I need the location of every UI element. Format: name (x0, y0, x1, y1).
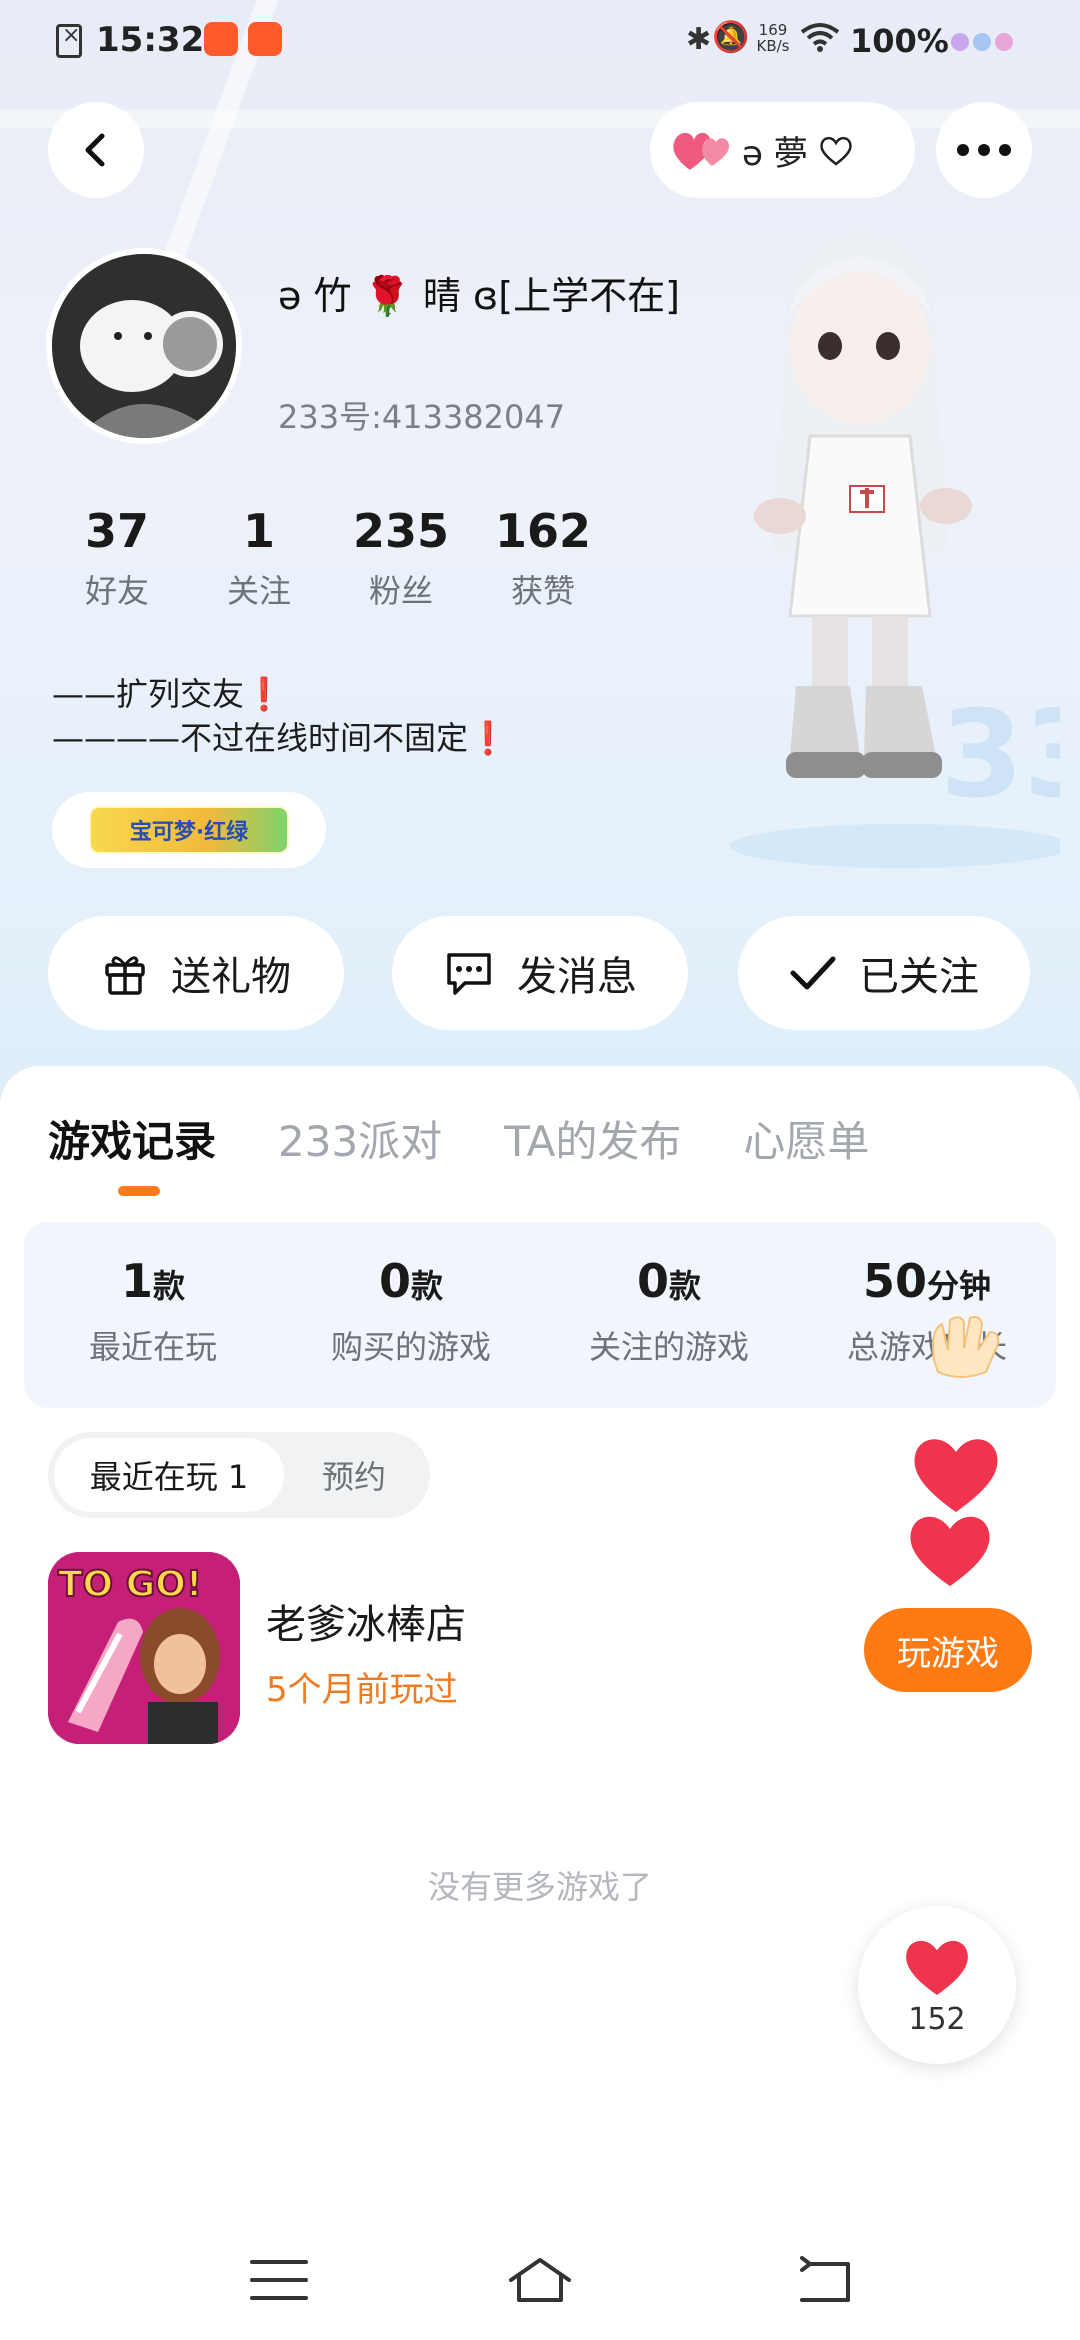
tab-posts[interactable]: TA的发布 (504, 1108, 681, 1169)
avatar[interactable] (46, 248, 242, 444)
stat-value: 37 (84, 504, 149, 558)
summary-unit: 款 (153, 1267, 186, 1305)
app-notification-icon (204, 22, 238, 56)
summary-recent[interactable]: 1款 最近在玩 (24, 1222, 282, 1408)
summary-unit: 分钟 (927, 1267, 992, 1305)
stat-friends[interactable]: 37 好友 (46, 504, 188, 612)
stat-label: 粉丝 (368, 572, 433, 610)
message-icon (447, 953, 491, 995)
following-button[interactable]: 已关注 (738, 916, 1030, 1030)
send-gift-label: 送礼物 (171, 954, 291, 1000)
game-icon-label: TO GO! (58, 1564, 202, 1605)
game-summary: 1款 最近在玩 0款 购买的游戏 0款 关注的游戏 50分钟 总游戏时长 (24, 1222, 1056, 1408)
send-message-button[interactable]: 发消息 (392, 916, 688, 1030)
more-button[interactable] (936, 102, 1032, 198)
stat-following[interactable]: 1 关注 (188, 504, 330, 612)
stat-label: 关注 (226, 572, 291, 610)
status-bar: 15:32 ✱ 🔕 169 KB/s 100% (0, 0, 1080, 84)
avatar-illustration (52, 254, 236, 438)
heart-outline-icon (820, 136, 852, 166)
home-icon[interactable] (505, 2250, 575, 2310)
list-end-text: 没有更多游戏了 (427, 1868, 652, 1906)
bio-line: ————不过在线时间不固定❗ (52, 719, 508, 757)
wifi-icon (800, 23, 840, 52)
stat-label: 好友 (84, 572, 149, 610)
no-sim-icon (56, 23, 82, 58)
hand-gesture-icon (932, 1315, 1000, 1378)
segment-recent-playing[interactable]: 最近在玩 1 (54, 1438, 284, 1512)
send-gift-button[interactable]: 送礼物 (48, 916, 344, 1030)
stat-likes[interactable]: 162 获赞 (472, 504, 614, 612)
content-panel: 游戏记录 233派对 TA的发布 心愿单 1款 最近在玩 0款 购买的游戏 0款… (0, 1066, 1080, 2340)
stat-label: 获赞 (510, 572, 575, 610)
summary-label: 最近在玩 (88, 1328, 217, 1366)
bio: ——扩列交友❗ ————不过在线时间不固定❗ (52, 672, 508, 760)
profile-badge[interactable]: 宝可梦·红绿 (52, 792, 326, 868)
app-notification-icon (248, 22, 282, 56)
tab-bar: 游戏记录 233派对 TA的发布 心愿单 (48, 1108, 869, 1169)
summary-purchased[interactable]: 0款 购买的游戏 (282, 1222, 540, 1408)
summary-label: 关注的游戏 (588, 1328, 749, 1366)
game-last-played: 5个月前玩过 (266, 1670, 458, 1710)
heart-icon (906, 1940, 968, 1995)
game-title: 老爹冰棒店 (266, 1602, 466, 1648)
summary-label: 购买的游戏 (330, 1328, 491, 1366)
stat-value: 1 (242, 504, 275, 558)
double-heart-icon (673, 132, 730, 170)
badge-label: 宝可梦·红绿 (89, 806, 289, 854)
nickname: ə 竹 🌹 晴 ɞ[上学不在] (278, 274, 680, 318)
list-filter-segment: 最近在玩 1 预约 (48, 1432, 430, 1518)
send-message-label: 发消息 (517, 954, 637, 1000)
user-id: 233号:413382047 (278, 398, 566, 436)
stat-value: 162 (494, 504, 592, 558)
back-nav-icon[interactable] (790, 2250, 860, 2310)
play-game-button[interactable]: 玩游戏 (864, 1608, 1032, 1692)
segment-reservations[interactable]: 预约 (284, 1438, 424, 1512)
floating-heart-icon (914, 1439, 998, 1512)
check-icon (790, 956, 836, 990)
tab-233-party[interactable]: 233派对 (278, 1108, 442, 1169)
gift-icon (105, 956, 145, 995)
summary-value: 0 (636, 1254, 669, 1308)
network-speed: 169 KB/s (756, 21, 790, 55)
partner-pill[interactable]: ə 夢 (650, 102, 915, 198)
status-time: 15:32 (96, 20, 205, 60)
summary-value: 1 (120, 1254, 153, 1308)
partner-name: ə 夢 (742, 133, 808, 174)
floating-heart-icon (910, 1516, 990, 1587)
mute-icon: 🔕 (712, 20, 750, 55)
avatar-character-image: 33 (730, 231, 1060, 868)
summary-unit: 款 (669, 1267, 702, 1305)
bio-line: ——扩列交友❗ (52, 675, 284, 713)
like-count: 152 (908, 2001, 966, 2037)
following-label: 已关注 (859, 954, 979, 1000)
game-artwork: TO GO! (48, 1552, 240, 1744)
profile-stats: 37 好友 1 关注 235 粉丝 162 获赞 (46, 504, 614, 612)
system-navigation-bar (0, 2230, 1080, 2340)
summary-unit: 款 (411, 1267, 444, 1305)
summary-followed[interactable]: 0款 关注的游戏 (540, 1222, 798, 1408)
more-dots-icon (957, 144, 1011, 156)
summary-value: 0 (378, 1254, 411, 1308)
decorative-status-icon (951, 33, 1013, 51)
stat-fans[interactable]: 235 粉丝 (330, 504, 472, 612)
game-icon[interactable]: TO GO! (48, 1552, 240, 1744)
menu-icon[interactable] (244, 2250, 314, 2310)
back-button[interactable] (48, 102, 144, 198)
summary-value: 50 (862, 1254, 927, 1308)
stat-value: 235 (352, 504, 450, 558)
like-button[interactable]: 152 (858, 1906, 1016, 2064)
svg-text:33: 33 (940, 686, 1060, 825)
bluetooth-icon: ✱ (686, 22, 712, 57)
tab-game-records[interactable]: 游戏记录 (48, 1108, 216, 1169)
tab-wishlist[interactable]: 心愿单 (743, 1108, 869, 1169)
chevron-left-icon (85, 133, 105, 167)
battery-level: 100% (850, 22, 949, 60)
game-list-item[interactable]: TO GO! 老爹冰棒店 5个月前玩过 玩游戏 (48, 1552, 1032, 1746)
tab-indicator (118, 1186, 160, 1196)
